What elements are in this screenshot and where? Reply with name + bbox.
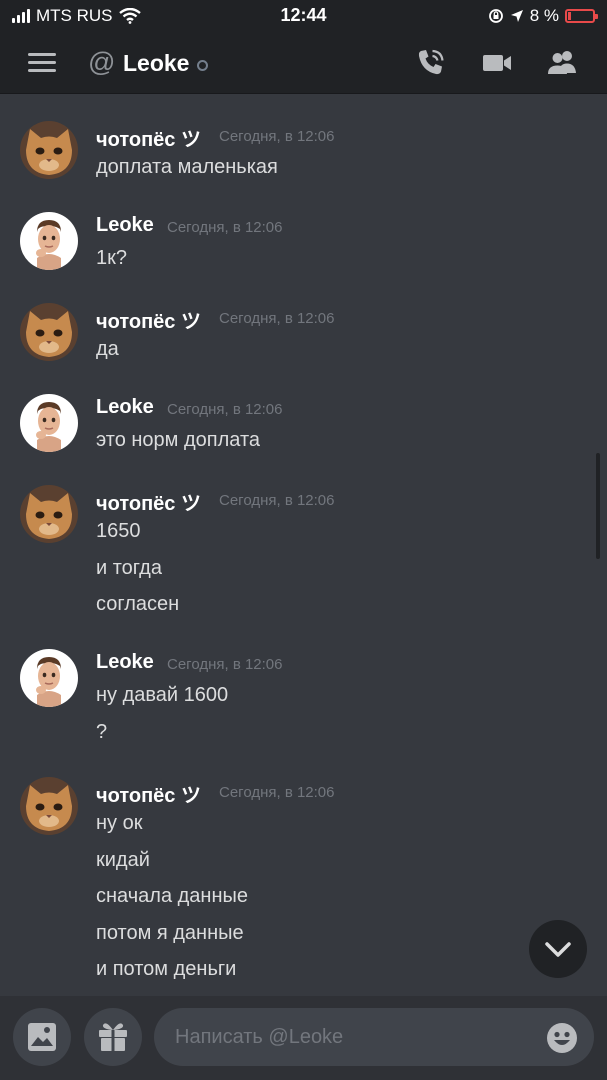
message-timestamp: Сегодня, в 12:06 — [219, 128, 335, 145]
location-arrow-icon — [510, 10, 523, 22]
message-text: и потом деньги — [96, 958, 237, 980]
channel-header: @ Leoke — [0, 32, 607, 94]
message-text: 1650 — [96, 520, 141, 542]
memoji-avatar-icon — [20, 212, 78, 270]
battery-icon — [565, 9, 598, 23]
message-text: кидай — [96, 849, 150, 871]
emoji-icon[interactable] — [546, 1022, 578, 1054]
avatar[interactable] — [20, 485, 78, 543]
message-text: потом я данные — [96, 922, 244, 944]
message-timestamp: Сегодня, в 12:06 — [167, 401, 283, 418]
avatar[interactable] — [20, 121, 78, 179]
cat-avatar-icon — [20, 121, 78, 179]
composer-bar: Написать @Leoke — [0, 996, 607, 1080]
status-bar: MTS RUS 12:44 8 % — [0, 0, 607, 32]
avatar[interactable] — [20, 649, 78, 707]
message-text: это норм доплата — [96, 429, 261, 451]
message-text: ну давай 1600 — [96, 684, 229, 706]
message-timestamp: Сегодня, в 12:06 — [167, 219, 283, 236]
image-icon — [28, 1023, 56, 1051]
upload-image-button[interactable] — [13, 1008, 71, 1066]
message-timestamp: Сегодня, в 12:06 — [219, 784, 335, 801]
scrollbar-thumb[interactable] — [596, 453, 600, 559]
message-text: 1к? — [96, 247, 127, 269]
cat-avatar-icon — [20, 777, 78, 835]
channel-title: Leoke — [123, 50, 190, 76]
message-text: согласен — [96, 593, 180, 615]
message-text: сначала данные — [96, 885, 249, 907]
gift-button[interactable] — [84, 1008, 142, 1066]
message-author[interactable]: Leoke — [96, 396, 154, 419]
message-text: и тогда — [96, 557, 162, 579]
message-timestamp: Сегодня, в 12:06 — [167, 656, 283, 673]
cat-avatar-icon — [20, 485, 78, 543]
memoji-avatar-icon — [20, 649, 78, 707]
members-icon[interactable] — [545, 46, 579, 80]
message-list[interactable]: чотопёс ツ Сегодня, в 12:06 доплата мален… — [0, 94, 607, 996]
message-timestamp: Сегодня, в 12:06 — [219, 492, 335, 509]
video-camera-icon[interactable] — [480, 46, 514, 80]
status-bar-right: 8 % — [488, 6, 598, 26]
avatar[interactable] — [20, 394, 78, 452]
message-input[interactable]: Написать @Leoke — [154, 1008, 594, 1066]
avatar[interactable] — [20, 212, 78, 270]
hamburger-icon[interactable] — [28, 53, 56, 73]
gift-icon — [99, 1023, 127, 1051]
message-author[interactable]: Leoke — [96, 651, 154, 674]
at-icon: @ — [88, 47, 116, 77]
message-author[interactable]: чотопёс ツ — [96, 487, 201, 516]
message-author[interactable]: чотопёс ツ — [96, 123, 201, 152]
message-author[interactable]: чотопёс ツ — [96, 305, 201, 334]
jump-to-bottom-button[interactable] — [529, 920, 587, 978]
chevron-down-icon — [545, 942, 571, 957]
message-text: ну ок — [96, 812, 143, 834]
avatar[interactable] — [20, 303, 78, 361]
phone-call-icon[interactable] — [414, 46, 448, 80]
status-offline-icon — [197, 60, 208, 71]
message-author[interactable]: Leoke — [96, 214, 154, 237]
battery-percent: 8 % — [529, 6, 559, 25]
message-text: да — [96, 338, 119, 360]
message-text: доплата маленькая — [96, 156, 278, 178]
message-timestamp: Сегодня, в 12:06 — [219, 310, 335, 327]
orientation-lock-icon — [488, 9, 503, 23]
cat-avatar-icon — [20, 303, 78, 361]
message-author[interactable]: чотопёс ツ — [96, 779, 201, 808]
message-text: ? — [96, 721, 108, 743]
avatar[interactable] — [20, 777, 78, 835]
memoji-avatar-icon — [20, 394, 78, 452]
